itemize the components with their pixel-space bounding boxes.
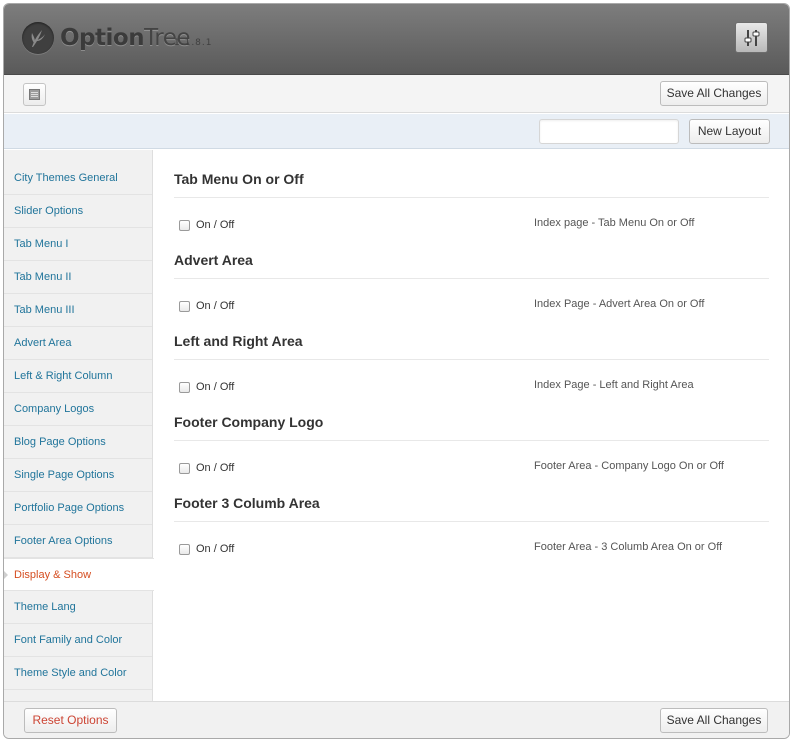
new-layout-button[interactable]: New Layout xyxy=(689,119,770,144)
section-divider xyxy=(174,440,769,441)
sidebar-item-slider-options[interactable]: Slider Options xyxy=(4,195,152,228)
sidebar-item-footer-area-options[interactable]: Footer Area Options xyxy=(4,525,152,558)
section-title: Left and Right Area xyxy=(174,333,303,349)
advert-area-checkbox[interactable] xyxy=(179,301,190,312)
footer-3-columb-area-checkbox[interactable] xyxy=(179,544,190,555)
section-divider xyxy=(174,278,769,279)
checkbox-label: On / Off xyxy=(196,543,235,555)
section-divider xyxy=(174,521,769,522)
header-bar: OptionTree 1.1.8.1 xyxy=(4,4,789,75)
sidebar-item-display-show[interactable]: Display & Show xyxy=(4,558,154,591)
sidebar-item-advert-area[interactable]: Advert Area xyxy=(4,327,152,360)
checkbox-label: On / Off xyxy=(196,381,235,393)
option-description: Index page - Tab Menu On or Off xyxy=(534,217,695,229)
save-all-changes-button-top[interactable]: Save All Changes xyxy=(660,81,768,106)
sidebar-item-theme-style-color[interactable]: Theme Style and Color xyxy=(4,657,152,690)
brand-bold: Option xyxy=(60,25,145,51)
option-description: Footer Area - 3 Columb Area On or Off xyxy=(534,541,723,553)
section-title: Tab Menu On or Off xyxy=(174,171,304,187)
leaf-icon xyxy=(22,22,54,54)
checkbox-label: On / Off xyxy=(196,219,235,231)
option-description: Index Page - Left and Right Area xyxy=(534,379,694,391)
settings-button[interactable] xyxy=(735,22,768,53)
section-divider xyxy=(174,359,769,360)
checkbox-label: On / Off xyxy=(196,300,235,312)
reset-options-button[interactable]: Reset Options xyxy=(24,708,117,733)
version-label: 1.1.8.1 xyxy=(174,38,213,48)
sidebar-item-portfolio-page-options[interactable]: Portfolio Page Options xyxy=(4,492,152,525)
sliders-icon xyxy=(744,30,760,46)
section-title: Advert Area xyxy=(174,252,253,268)
sidebar-item-left-right-column[interactable]: Left & Right Column xyxy=(4,360,152,393)
sidebar-item-tab-menu-ii[interactable]: Tab Menu II xyxy=(4,261,152,294)
sidebar-item-blog-page-options[interactable]: Blog Page Options xyxy=(4,426,152,459)
sidebar-item-tab-menu-iii[interactable]: Tab Menu III xyxy=(4,294,152,327)
toolbar: Save All Changes xyxy=(4,75,789,113)
footer-company-logo-checkbox[interactable] xyxy=(179,463,190,474)
document-icon xyxy=(29,89,40,100)
active-arrow-indicator xyxy=(4,570,8,580)
sidebar-item-company-logos[interactable]: Company Logos xyxy=(4,393,152,426)
sidebar-nav: City Themes General Slider Options Tab M… xyxy=(4,150,154,701)
sidebar-item-label: Display & Show xyxy=(14,569,92,581)
sidebar-item-city-themes-general[interactable]: City Themes General xyxy=(4,162,152,195)
tab-menu-on-off-checkbox[interactable] xyxy=(179,220,190,231)
option-description: Footer Area - Company Logo On or Off xyxy=(534,460,724,472)
section-divider xyxy=(174,197,769,198)
sidebar-item-tab-menu-i[interactable]: Tab Menu I xyxy=(4,228,152,261)
sidebar-item-theme-lang[interactable]: Theme Lang xyxy=(4,591,152,624)
docs-button[interactable] xyxy=(23,83,46,106)
option-description: Index Page - Advert Area On or Off xyxy=(534,298,705,310)
left-right-area-checkbox[interactable] xyxy=(179,382,190,393)
sidebar-item-single-page-options[interactable]: Single Page Options xyxy=(4,459,152,492)
save-all-changes-button-bottom[interactable]: Save All Changes xyxy=(660,708,768,733)
sidebar-item-font-family-color[interactable]: Font Family and Color xyxy=(4,624,152,657)
layout-bar: New Layout xyxy=(4,114,789,149)
options-content: Tab Menu On or Off On / Off Index page -… xyxy=(154,150,789,701)
layout-name-input[interactable] xyxy=(539,119,679,144)
brand-logo-text: OptionTree xyxy=(60,25,190,51)
section-title: Footer Company Logo xyxy=(174,414,324,430)
footer-bar: Reset Options Save All Changes xyxy=(4,701,789,738)
option-tree-panel: OptionTree 1.1.8.1 Save All Changes New … xyxy=(3,3,790,739)
checkbox-label: On / Off xyxy=(196,462,235,474)
section-title: Footer 3 Columb Area xyxy=(174,495,320,511)
